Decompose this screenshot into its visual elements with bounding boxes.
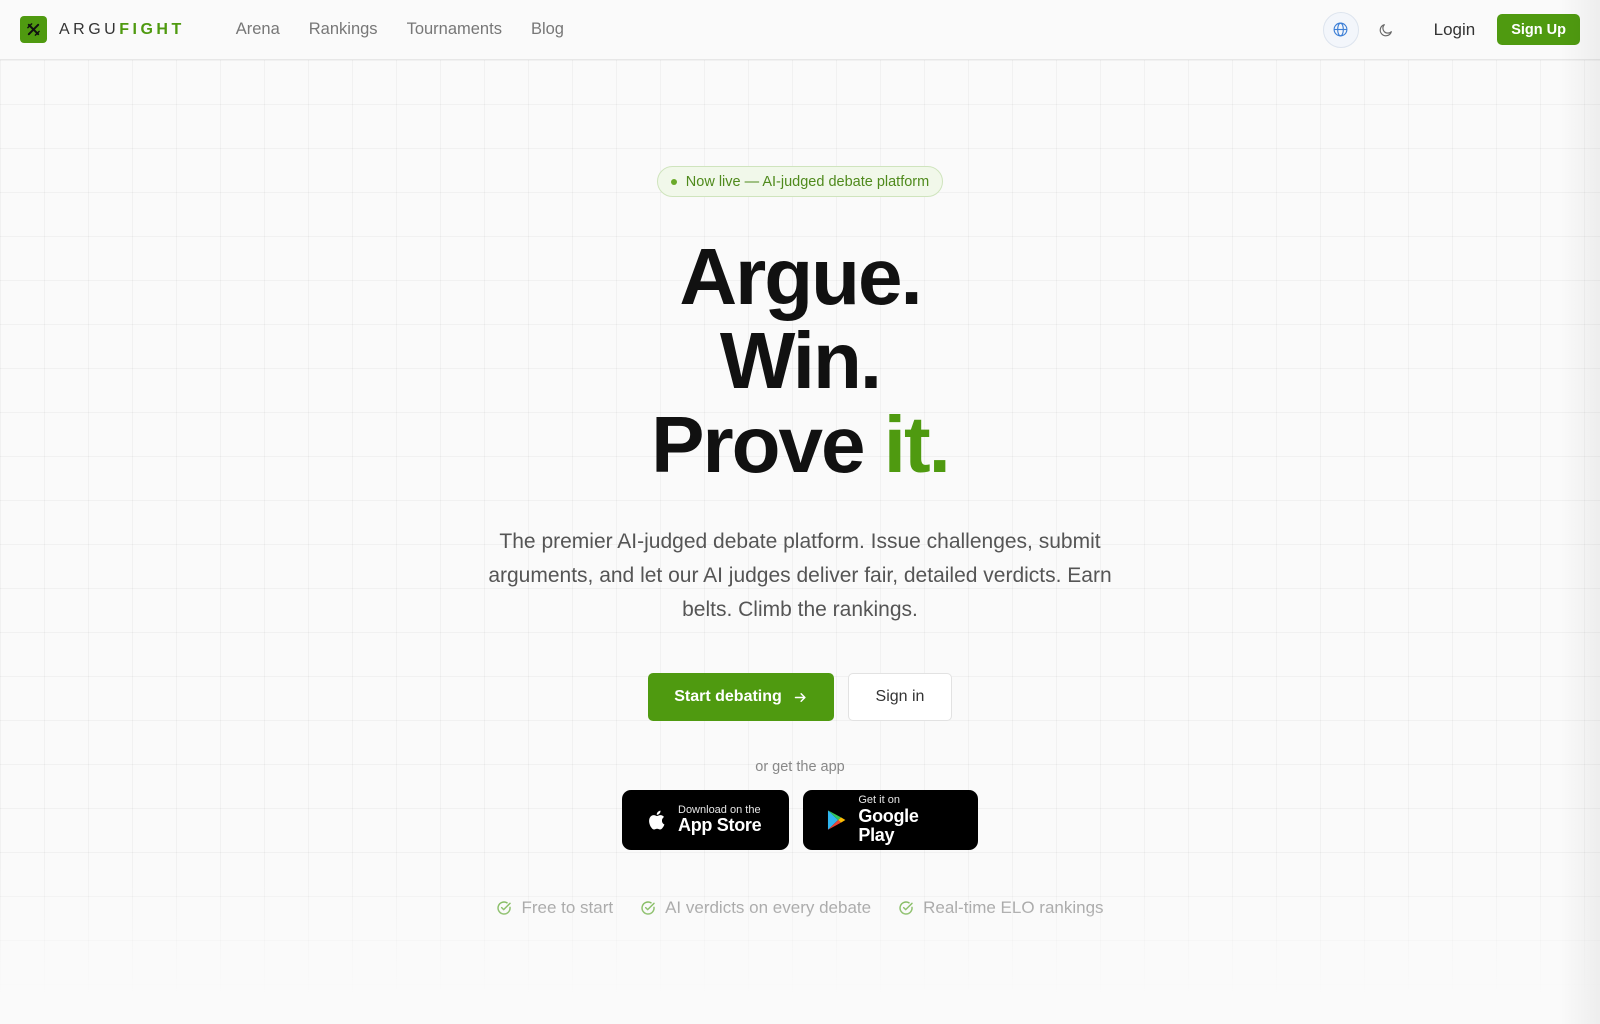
live-badge-text: Now live — AI-judged debate platform bbox=[685, 173, 930, 190]
app-store-big-text: App Store bbox=[678, 815, 762, 836]
store-badges: Download on the App Store Get it on Goog… bbox=[622, 790, 978, 850]
feature-item: AI verdicts on every debate bbox=[640, 898, 871, 918]
nav-link-blog[interactable]: Blog bbox=[531, 20, 564, 39]
hero-subtitle: The premier AI-judged debate platform. I… bbox=[488, 530, 1112, 621]
live-dot-icon bbox=[670, 178, 677, 185]
headline-line-3: Prove it. bbox=[651, 400, 951, 489]
headline-line-3-start: Prove bbox=[651, 400, 884, 489]
moon-icon bbox=[1379, 23, 1392, 36]
nav-links: Arena Rankings Tournaments Blog bbox=[236, 20, 564, 39]
live-badge: Now live — AI-judged debate platform bbox=[656, 166, 944, 197]
brand-name-part1: ARGU bbox=[59, 20, 120, 38]
hero-section: Now live — AI-judged debate platform Arg… bbox=[0, 60, 1600, 918]
logo-mark-icon bbox=[20, 16, 47, 43]
google-play-icon bbox=[827, 810, 846, 830]
headline-line-2: Win. bbox=[719, 316, 882, 405]
nav-link-tournaments[interactable]: Tournaments bbox=[407, 20, 502, 39]
sign-in-button[interactable]: Sign in bbox=[848, 673, 952, 721]
brand-name-part2: FIGHT bbox=[119, 20, 185, 38]
google-play-big-text: Google Play bbox=[858, 805, 919, 845]
language-button[interactable] bbox=[1322, 11, 1359, 48]
feature-label: Free to start bbox=[521, 898, 614, 917]
feature-item: Free to start bbox=[496, 898, 613, 918]
theme-toggle-button[interactable] bbox=[1368, 12, 1404, 48]
check-circle-icon bbox=[641, 901, 655, 915]
feature-item: Real-time ELO rankings bbox=[898, 898, 1104, 918]
start-debating-button[interactable]: Start debating bbox=[648, 673, 834, 721]
globe-icon bbox=[1333, 22, 1348, 37]
cta-row: Start debating Sign in bbox=[648, 673, 952, 721]
signup-button[interactable]: Sign Up bbox=[1497, 14, 1580, 45]
arrow-right-icon bbox=[794, 692, 806, 702]
google-play-button[interactable]: Get it on Google Play bbox=[803, 790, 978, 850]
check-circle-icon bbox=[497, 901, 512, 915]
feature-label: AI verdicts on every debate bbox=[665, 898, 872, 917]
nav-actions: Login Sign Up bbox=[1322, 11, 1580, 48]
brand-logo[interactable]: ARGUFIGHT bbox=[20, 16, 185, 43]
login-link[interactable]: Login bbox=[1434, 20, 1476, 40]
feature-label: Real-time ELO rankings bbox=[923, 898, 1104, 917]
headline-accent: it. bbox=[883, 400, 951, 489]
nav-link-rankings[interactable]: Rankings bbox=[309, 20, 378, 39]
check-circle-icon bbox=[899, 901, 913, 915]
brand-name: ARGUFIGHT bbox=[59, 21, 185, 39]
headline-line-1: Argue. bbox=[679, 232, 922, 321]
apple-icon bbox=[649, 810, 665, 830]
hero-headline: Argue. Win. Prove it. bbox=[651, 232, 951, 489]
start-debating-label: Start debating bbox=[674, 688, 782, 705]
feature-list: Free to start AI verdicts on every debat… bbox=[496, 898, 1104, 918]
get-app-label: or get the app bbox=[755, 759, 845, 775]
nav-link-arena[interactable]: Arena bbox=[236, 20, 280, 39]
google-play-text: Get it on Google Play bbox=[858, 795, 956, 844]
app-store-button[interactable]: Download on the App Store bbox=[622, 790, 789, 850]
app-store-text: Download on the App Store bbox=[678, 804, 762, 836]
top-nav: ARGUFIGHT Arena Rankings Tournaments Blo… bbox=[0, 0, 1600, 60]
